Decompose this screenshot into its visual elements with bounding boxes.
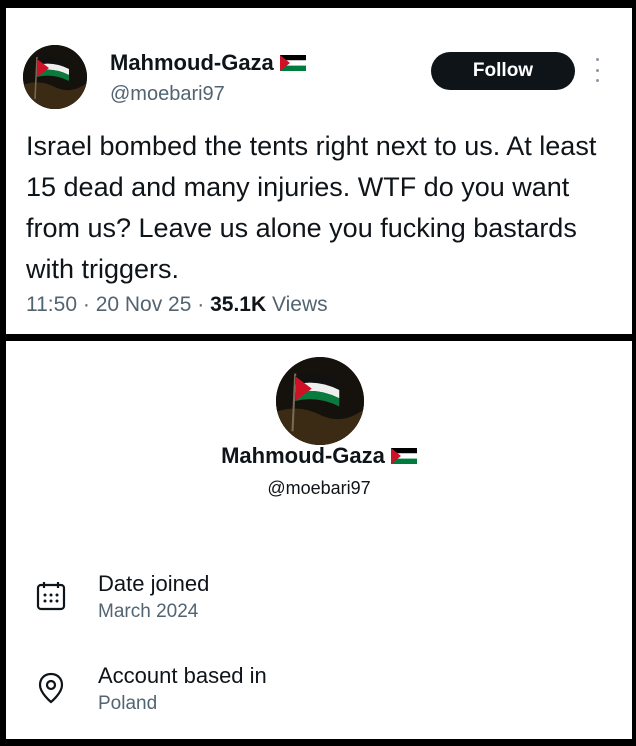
account-based-value: Poland [98, 693, 158, 714]
date-joined-label: Date joined [98, 571, 210, 596]
palestine-flag-icon [279, 55, 306, 71]
calendar-icon [34, 579, 68, 613]
tweet-meta: 11:50 · 20 Nov 25 · 35.1K Views [26, 293, 328, 317]
views-label: Views [272, 293, 328, 316]
separator: · [82, 293, 90, 316]
follow-button[interactable]: Follow [431, 52, 575, 90]
profile-display-name: Mahmoud-Gaza [221, 443, 385, 468]
profile-handle: @moebari97 [267, 478, 371, 498]
avatar-image [276, 357, 364, 445]
tweet-time[interactable]: 11:50 [26, 293, 77, 316]
account-based-label: Account based in [98, 663, 267, 688]
more-vertical-icon[interactable] [594, 58, 600, 82]
handle[interactable]: @moebari97 [110, 83, 225, 106]
profile-card: Mahmoud-Gaza @moebari97 Date joined Marc… [6, 341, 632, 739]
tweet-card: Mahmoud-Gaza @moebari97 Follow Israel bo… [6, 8, 632, 334]
palestine-flag-icon [390, 448, 417, 464]
tweet-text: Israel bombed the tents right next to us… [26, 131, 597, 284]
tweet-date[interactable]: 20 Nov 25 [96, 293, 192, 316]
avatar-image [23, 45, 87, 109]
views-count: 35.1K [210, 293, 267, 316]
location-pin-icon [34, 671, 68, 705]
display-name[interactable]: Mahmoud-Gaza [110, 50, 274, 76]
separator: · [197, 293, 205, 316]
author-name-row[interactable]: Mahmoud-Gaza [110, 50, 306, 76]
date-joined-value: March 2024 [98, 601, 199, 622]
profile-name-row: Mahmoud-Gaza [6, 443, 632, 469]
avatar[interactable] [23, 45, 87, 109]
profile-avatar[interactable] [276, 357, 364, 445]
